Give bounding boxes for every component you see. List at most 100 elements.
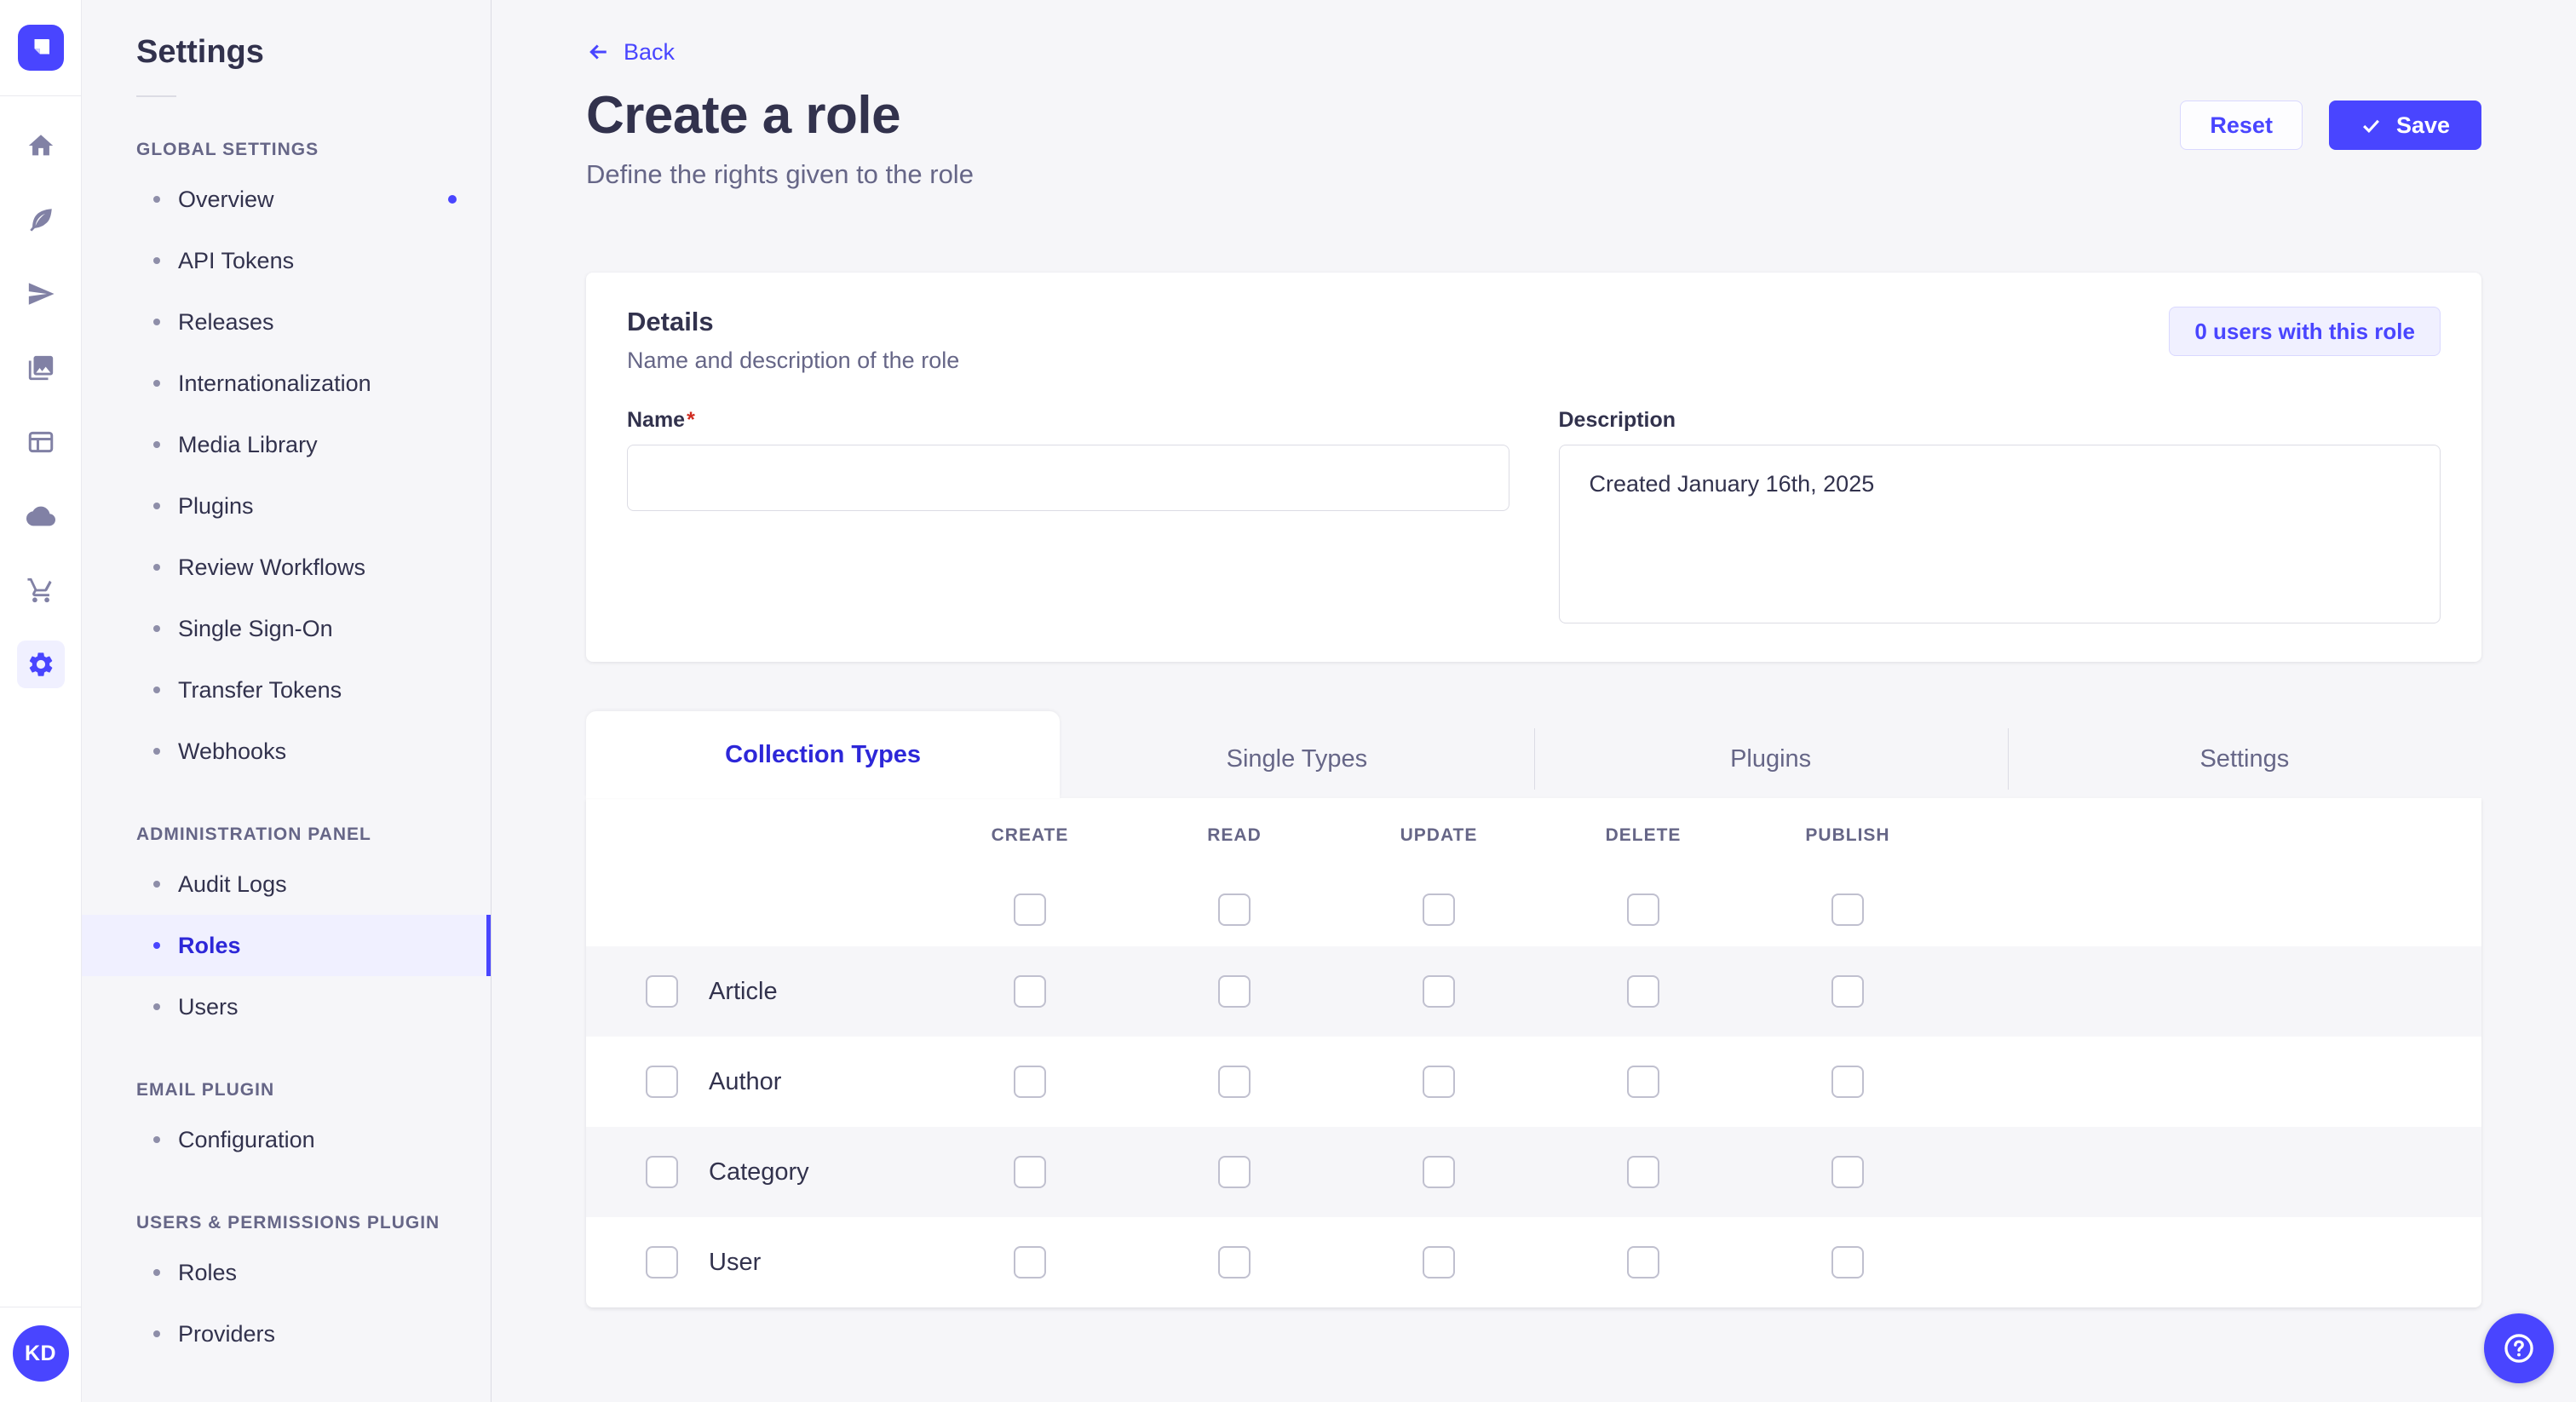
sidebar-item-label: Media Library — [178, 432, 318, 458]
article-read-checkbox[interactable] — [1218, 975, 1251, 1008]
sidebar-item-label: Configuration — [178, 1127, 315, 1153]
avatar[interactable]: KD — [13, 1325, 69, 1382]
strapi-logo[interactable] — [18, 25, 64, 71]
table-row-user: User — [586, 1217, 2481, 1307]
sidebar-item-roles[interactable]: Roles — [82, 915, 491, 976]
sidebar-item-providers[interactable]: Providers — [82, 1303, 491, 1365]
feather-icon[interactable] — [17, 196, 65, 244]
sidebar-item-roles[interactable]: Roles — [82, 1242, 491, 1303]
nav-section-label: USERS & PERMISSIONS PLUGIN — [136, 1213, 491, 1233]
tab-plugins[interactable]: Plugins — [1534, 720, 2008, 798]
sidebar-item-label: API Tokens — [178, 248, 294, 274]
permissions-section: Collection TypesSingle TypesPluginsSetti… — [586, 711, 2481, 1307]
page-subtitle: Define the rights given to the role — [586, 159, 974, 190]
sidebar-item-media-library[interactable]: Media Library — [82, 414, 491, 475]
article-update-checkbox[interactable] — [1423, 975, 1455, 1008]
tab-collection-types[interactable]: Collection Types — [586, 711, 1060, 798]
category-read-checkbox[interactable] — [1218, 1156, 1251, 1188]
sidebar-item-webhooks[interactable]: Webhooks — [82, 721, 491, 782]
sidebar-item-internationalization[interactable]: Internationalization — [82, 353, 491, 414]
cloud-icon[interactable] — [17, 492, 65, 540]
required-asterisk: * — [687, 408, 695, 432]
sidebar-item-api-tokens[interactable]: API Tokens — [82, 230, 491, 291]
tab-settings[interactable]: Settings — [2008, 720, 2481, 798]
user-publish-checkbox[interactable] — [1831, 1246, 1864, 1278]
media-library-icon[interactable] — [17, 344, 65, 392]
help-button[interactable] — [2484, 1313, 2554, 1383]
sidebar-item-users[interactable]: Users — [82, 976, 491, 1037]
select-all-read-checkbox[interactable] — [1218, 893, 1251, 926]
table-row-article: Article — [586, 946, 2481, 1037]
select-all-delete-checkbox[interactable] — [1627, 893, 1659, 926]
table-row-category: Category — [586, 1127, 2481, 1217]
name-field[interactable] — [627, 445, 1509, 511]
sidebar-item-configuration[interactable]: Configuration — [82, 1109, 491, 1170]
article-delete-checkbox[interactable] — [1627, 975, 1659, 1008]
category-create-checkbox[interactable] — [1014, 1156, 1046, 1188]
sidebar-sections: GLOBAL SETTINGSOverviewAPI TokensRelease… — [82, 140, 491, 1365]
article-create-checkbox[interactable] — [1014, 975, 1046, 1008]
sidebar-item-overview[interactable]: Overview — [82, 169, 491, 230]
select-all-update-checkbox[interactable] — [1423, 893, 1455, 926]
author-read-checkbox[interactable] — [1218, 1066, 1251, 1098]
sidebar-item-label: Providers — [178, 1321, 275, 1347]
layout-icon[interactable] — [17, 418, 65, 466]
author-delete-checkbox[interactable] — [1627, 1066, 1659, 1098]
bullet-icon — [153, 1269, 160, 1276]
paper-plane-icon[interactable] — [17, 270, 65, 318]
bullet-icon — [153, 625, 160, 632]
row-author-checkbox[interactable] — [646, 1066, 678, 1098]
category-delete-checkbox[interactable] — [1627, 1156, 1659, 1188]
description-field[interactable]: Created January 16th, 2025 — [1559, 445, 2441, 623]
select-all-create-checkbox[interactable] — [1014, 893, 1046, 926]
user-create-checkbox[interactable] — [1014, 1246, 1046, 1278]
article-publish-checkbox[interactable] — [1831, 975, 1864, 1008]
table-row-author: Author — [586, 1037, 2481, 1127]
row-user-checkbox[interactable] — [646, 1246, 678, 1278]
save-button[interactable]: Save — [2329, 101, 2481, 150]
bullet-icon — [153, 687, 160, 693]
reset-button[interactable]: Reset — [2180, 101, 2303, 150]
gear-icon[interactable] — [17, 641, 65, 688]
back-arrow-icon — [586, 39, 612, 65]
sidebar-item-transfer-tokens[interactable]: Transfer Tokens — [82, 659, 491, 721]
user-update-checkbox[interactable] — [1423, 1246, 1455, 1278]
sidebar-item-label: Roles — [178, 933, 241, 959]
author-update-checkbox[interactable] — [1423, 1066, 1455, 1098]
sidebar-item-releases[interactable]: Releases — [82, 291, 491, 353]
back-link[interactable]: Back — [586, 37, 974, 66]
sidebar-item-audit-logs[interactable]: Audit Logs — [82, 853, 491, 915]
header-actions: Reset Save — [2180, 101, 2481, 150]
author-create-checkbox[interactable] — [1014, 1066, 1046, 1098]
sidebar-item-single-sign-on[interactable]: Single Sign-On — [82, 598, 491, 659]
sidebar-item-plugins[interactable]: Plugins — [82, 475, 491, 537]
row-article-checkbox[interactable] — [646, 975, 678, 1008]
sidebar-item-label: Releases — [178, 309, 274, 336]
category-update-checkbox[interactable] — [1423, 1156, 1455, 1188]
bullet-icon — [153, 564, 160, 571]
sidebar-item-label: Plugins — [178, 493, 254, 520]
tab-single-types[interactable]: Single Types — [1060, 720, 1533, 798]
bullet-icon — [153, 881, 160, 888]
details-subtitle: Name and description of the role — [627, 348, 959, 374]
column-header-update: UPDATE — [1337, 825, 1541, 846]
sidebar-divider — [136, 95, 176, 97]
user-read-checkbox[interactable] — [1218, 1246, 1251, 1278]
sidebar-item-label: Overview — [178, 187, 274, 213]
home-icon[interactable] — [17, 122, 65, 170]
cart-icon[interactable] — [17, 566, 65, 614]
column-header-create: CREATE — [928, 825, 1132, 846]
icon-rail: KD — [0, 0, 82, 1402]
category-publish-checkbox[interactable] — [1831, 1156, 1864, 1188]
permissions-tabs: Collection TypesSingle TypesPluginsSetti… — [586, 711, 2481, 798]
column-header-publish: PUBLISH — [1745, 825, 1950, 846]
bullet-icon — [153, 942, 160, 949]
sidebar-item-review-workflows[interactable]: Review Workflows — [82, 537, 491, 598]
author-publish-checkbox[interactable] — [1831, 1066, 1864, 1098]
row-category-checkbox[interactable] — [646, 1156, 678, 1188]
users-with-role-button[interactable]: 0 users with this role — [2169, 307, 2441, 356]
save-label: Save — [2396, 112, 2450, 139]
nav-section: ADMINISTRATION PANELAudit LogsRolesUsers — [82, 825, 491, 1037]
user-delete-checkbox[interactable] — [1627, 1246, 1659, 1278]
select-all-publish-checkbox[interactable] — [1831, 893, 1864, 926]
